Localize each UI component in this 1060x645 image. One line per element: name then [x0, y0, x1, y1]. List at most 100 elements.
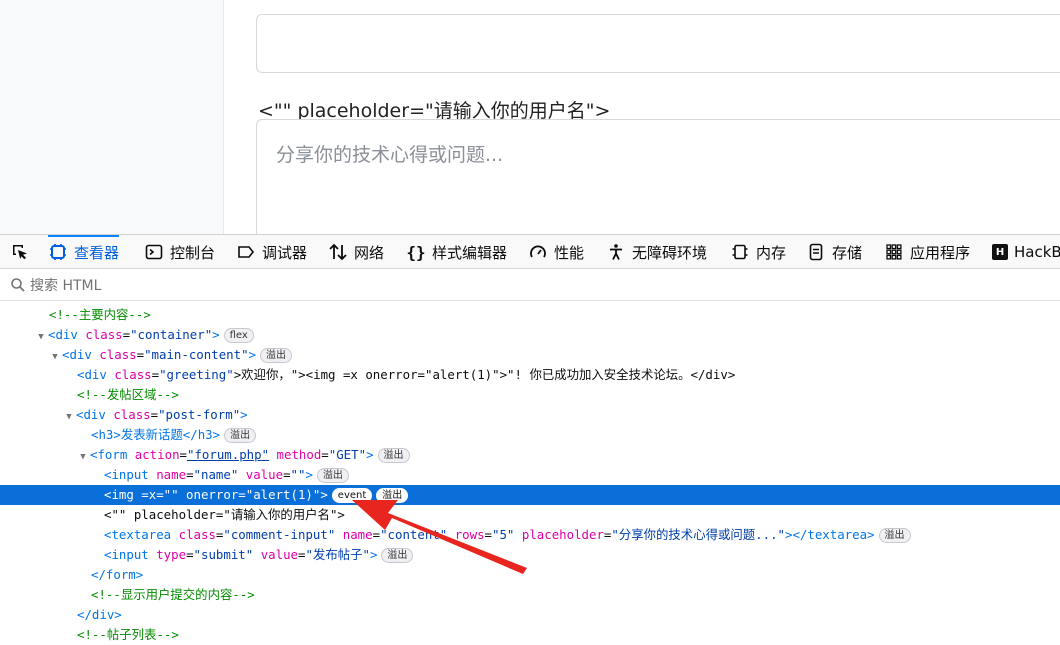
page-sidebar — [0, 0, 224, 234]
network-icon — [328, 242, 348, 262]
attr-name: name — [342, 527, 373, 542]
attr-name: class — [99, 347, 137, 362]
overflow-badge[interactable]: 溢出 — [381, 548, 414, 563]
performance-icon — [528, 242, 548, 262]
tab-debugger[interactable]: 调试器 — [236, 235, 308, 268]
tab-label: 查看器 — [74, 243, 120, 262]
tab-style-editor[interactable]: {} 样式编辑器 — [406, 235, 508, 268]
overflow-badge[interactable]: 溢出 — [260, 348, 292, 363]
attr-name: rows — [454, 527, 485, 542]
tab-label: 无障碍环境 — [632, 243, 708, 262]
tab-performance[interactable]: 性能 — [528, 235, 585, 268]
tree-node[interactable]: <!--主要内容--> — [0, 305, 1060, 325]
expand-twisty-icon[interactable]: ▼ — [48, 347, 62, 367]
inspector-icon — [48, 242, 68, 262]
tag-text: <div — [76, 407, 114, 422]
name-input[interactable] — [256, 14, 1060, 73]
tree-node[interactable]: ▼ <div class="main-content"> 溢出 — [0, 345, 1060, 365]
tree-node[interactable]: <input name="name" value=""> 溢出 — [0, 465, 1060, 485]
attr-value-link[interactable]: "forum.php" — [187, 447, 269, 462]
storage-icon — [806, 242, 826, 262]
overflow-badge[interactable]: 溢出 — [376, 488, 409, 503]
attr-name: class — [85, 327, 123, 342]
tree-node[interactable]: </div> — [0, 605, 1060, 625]
tag-text: <input — [104, 467, 157, 482]
attr-value: "submit" — [193, 547, 254, 562]
attr-value: "发布帖子" — [305, 547, 370, 562]
tag-text: <img =x="" onerror="alert(1)"> — [104, 487, 328, 502]
tree-node[interactable]: <div class="greeting">欢迎你，"><img =x oner… — [0, 365, 1060, 385]
tag-text: > — [248, 347, 256, 362]
tree-node[interactable]: <!--显示用户提交的内容--> — [0, 585, 1060, 605]
content-textarea[interactable]: 分享你的技术心得或问题... — [256, 119, 1060, 234]
tree-node-selected[interactable]: <img =x="" onerror="alert(1)"> event 溢出 — [0, 485, 1060, 505]
tab-label: 性能 — [554, 243, 585, 262]
tag-text: ></textarea> — [785, 527, 875, 542]
attr-value: "container" — [130, 327, 213, 342]
tag-text: <div — [77, 367, 115, 382]
style-editor-icon: {} — [406, 242, 426, 262]
expand-twisty-icon[interactable]: ▼ — [34, 327, 48, 347]
tag-text: > — [212, 327, 220, 342]
overflow-badge[interactable]: 溢出 — [878, 528, 911, 543]
devtools-panel: 查看器 控制台 调试器 网络 {} 样式编辑器 性能 无障碍环境 内存 存储 应… — [0, 234, 1060, 642]
tab-label: 调试器 — [262, 243, 308, 262]
tree-node[interactable]: </form> — [0, 565, 1060, 585]
tab-label: HackB — [1014, 243, 1060, 261]
markup-tree: <!--主要内容--> ▼ <div class="container"> flex… — [0, 305, 1060, 645]
tree-node[interactable]: <!--发帖区域--> — [0, 385, 1060, 405]
tab-memory[interactable]: 内存 — [730, 235, 786, 268]
tag-text: </form> — [91, 567, 144, 582]
comment-text: <!--显示用户提交的内容--> — [91, 587, 255, 602]
attr-name: type — [156, 547, 187, 562]
tree-node[interactable]: <textarea class="comment-input" name="co… — [0, 525, 1060, 545]
attr-value: "post-form" — [158, 407, 241, 422]
attr-value: "comment-input" — [223, 527, 336, 542]
tab-application[interactable]: 应用程序 — [884, 235, 971, 268]
application-icon — [884, 242, 904, 262]
attr-value: "" — [290, 467, 306, 482]
tag-text: > — [240, 407, 248, 422]
tree-node[interactable]: <h3>发表新话题</h3> 溢出 — [0, 425, 1060, 445]
attr-name: value — [245, 467, 284, 482]
tree-node[interactable]: <!--帖子列表--> — [0, 625, 1060, 645]
search-html-bar[interactable]: 搜索 HTML — [0, 269, 1060, 301]
search-input[interactable]: 搜索 HTML — [30, 275, 101, 295]
tag-text: > — [305, 467, 313, 482]
overflow-badge[interactable]: 溢出 — [224, 428, 257, 443]
node-text: <"" placeholder="请输入你的用户名"> — [104, 507, 345, 522]
tab-label: 样式编辑器 — [432, 243, 508, 262]
tree-node[interactable]: <input type="submit" value="发布帖子"> 溢出 — [0, 545, 1060, 565]
tag-text: > — [366, 447, 374, 462]
tab-network[interactable]: 网络 — [328, 235, 384, 268]
comment-text: <!--帖子列表--> — [77, 627, 179, 642]
node-text: >欢迎你，"><img =x onerror="alert(1)">"! 你已成… — [233, 367, 736, 382]
attr-name: action — [134, 447, 180, 462]
devtools-toolbar: 查看器 控制台 调试器 网络 {} 样式编辑器 性能 无障碍环境 内存 存储 应… — [0, 235, 1060, 269]
tab-console[interactable]: 控制台 — [144, 235, 215, 268]
attr-name: class — [113, 407, 151, 422]
tree-node[interactable]: ▼ <form action="forum.php" method="GET"> 溢… — [0, 445, 1060, 465]
element-picker-button[interactable] — [0, 235, 40, 268]
attr-name: value — [260, 547, 298, 562]
search-icon — [11, 277, 25, 292]
overflow-badge[interactable]: 溢出 — [377, 448, 410, 463]
tab-inspector[interactable]: 查看器 — [48, 235, 120, 268]
tag-text: <div — [62, 347, 100, 362]
tree-node[interactable]: ▼ <div class="post-form"> — [0, 405, 1060, 425]
attr-name: placeholder — [521, 527, 604, 542]
expand-twisty-icon[interactable]: ▼ — [62, 407, 76, 427]
tab-hackbar[interactable]: H HackB — [992, 235, 1060, 268]
expand-twisty-icon[interactable]: ▼ — [76, 447, 90, 467]
debugger-icon — [236, 242, 256, 262]
tab-storage[interactable]: 存储 — [806, 235, 862, 268]
accessibility-icon — [606, 242, 626, 262]
overflow-badge[interactable]: 溢出 — [316, 468, 349, 483]
tree-node[interactable]: ▼ <div class="container"> flex — [0, 325, 1060, 345]
tab-accessibility[interactable]: 无障碍环境 — [606, 235, 708, 268]
flex-badge[interactable]: flex — [223, 328, 254, 343]
tab-label: 应用程序 — [910, 243, 971, 262]
event-badge[interactable]: event — [331, 488, 373, 503]
tree-node[interactable]: <"" placeholder="请输入你的用户名"> — [0, 505, 1060, 525]
comment-text: <!--发帖区域--> — [77, 387, 179, 402]
